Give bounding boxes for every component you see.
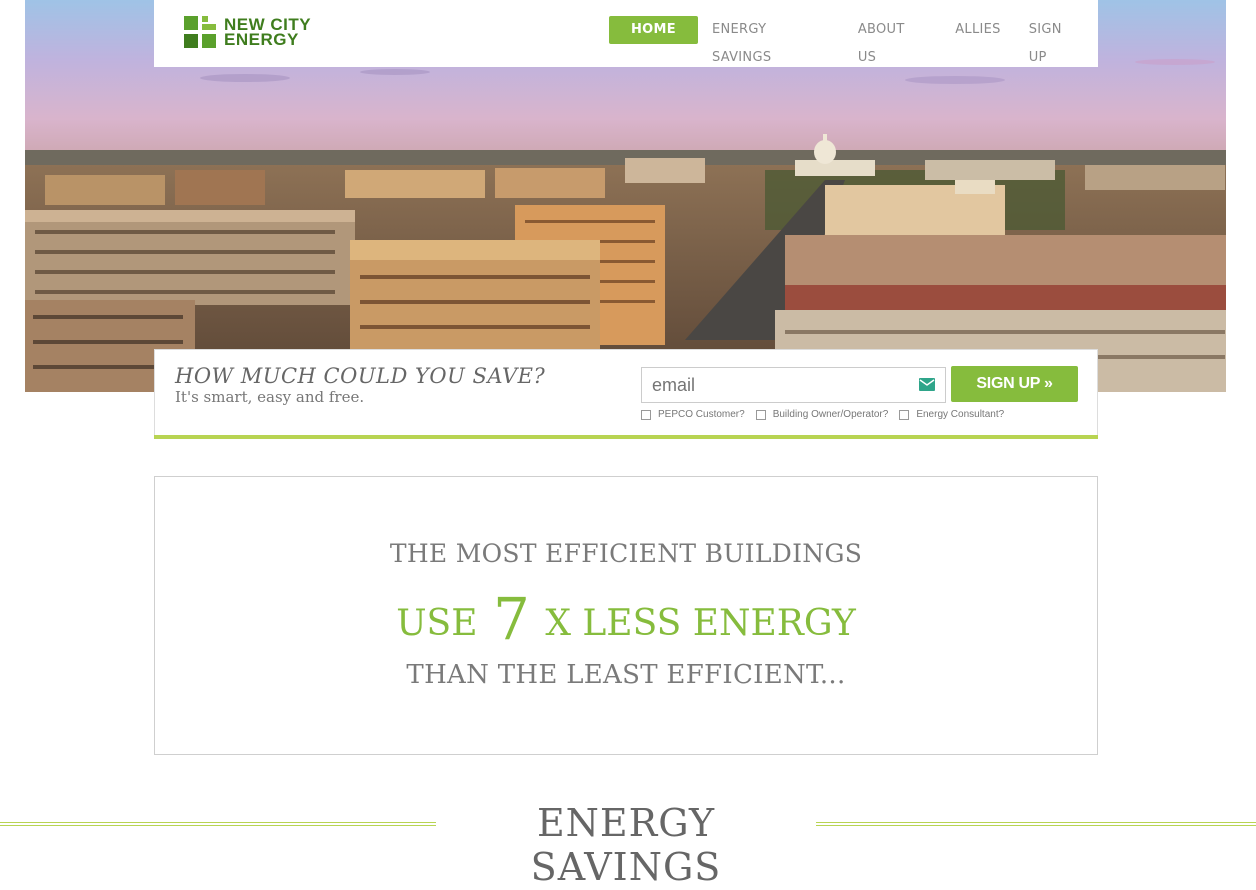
stat-number: 7 [492, 585, 530, 653]
checkbox-label: Building Owner/Operator? [772, 409, 889, 420]
logo-icon [184, 16, 216, 48]
section-divider-right [816, 822, 1256, 826]
email-input[interactable] [642, 368, 902, 402]
signup-checkbox-group: PEPCO Customer? Building Owner/Operator?… [641, 409, 1015, 420]
checkbox-box[interactable] [641, 409, 651, 420]
stat-line-3: THAN THE LEAST EFFICIENT... [406, 660, 846, 690]
efficiency-stat-box: THE MOST EFFICIENT BUILDINGS USE 7 X LES… [154, 476, 1098, 755]
stat-line-2: USE 7 X LESS ENERGY [155, 585, 1097, 653]
brand-name: NEW CITY ENERGY [224, 15, 312, 49]
section-title-energy-savings: ENERGY SAVINGS [530, 801, 722, 889]
top-navigation-bar: NEW CITY ENERGY HOME ENERGY SAVINGS ABOU… [154, 0, 1098, 67]
nav-energy-savings[interactable]: ENERGY SAVINGS [698, 16, 844, 65]
checkbox-label: PEPCO Customer? [658, 409, 745, 420]
checkbox-label: Energy Consultant? [916, 409, 1005, 420]
nav-about-us[interactable]: ABOUT US [844, 16, 941, 65]
checkbox-box[interactable] [899, 409, 910, 420]
nav-home[interactable]: HOME [609, 16, 698, 44]
stat-line-1: THE MOST EFFICIENT BUILDINGS [389, 539, 863, 568]
envelope-icon [919, 378, 935, 391]
checkbox-pepco-customer[interactable]: PEPCO Customer? [641, 409, 745, 420]
main-nav: HOME ENERGY SAVINGS ABOUT US ALLIES SIGN… [609, 16, 1098, 65]
stat-prefix: USE [396, 603, 478, 644]
savings-question: HOW MUCH COULD YOU SAVE? [175, 364, 546, 388]
checkbox-box[interactable] [755, 409, 766, 420]
signup-accent-line [154, 435, 1098, 439]
nav-sign-up[interactable]: SIGN UP [1015, 16, 1098, 65]
nav-allies[interactable]: ALLIES [941, 16, 1014, 44]
signup-button[interactable]: SIGN UP » [951, 366, 1078, 402]
signup-panel: HOW MUCH COULD YOU SAVE? It's smart, eas… [154, 349, 1098, 439]
brand-logo[interactable]: NEW CITY ENERGY [184, 16, 311, 48]
section-divider-left [0, 822, 436, 826]
email-field-wrapper [641, 367, 946, 403]
savings-subtitle: It's smart, easy and free. [175, 388, 365, 406]
checkbox-building-owner[interactable]: Building Owner/Operator? [755, 409, 889, 420]
stat-suffix: X LESS ENERGY [545, 603, 856, 644]
checkbox-energy-consultant[interactable]: Energy Consultant? [899, 409, 1004, 420]
